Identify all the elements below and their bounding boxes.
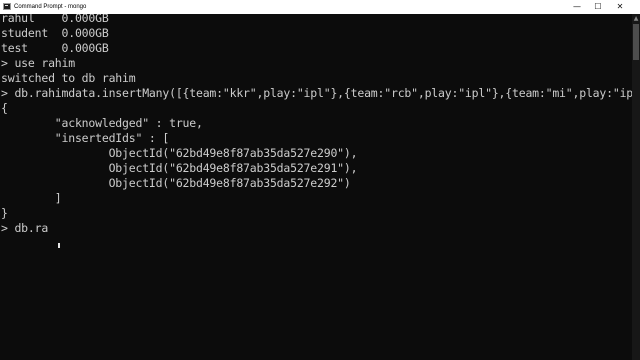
vertical-scrollbar[interactable]: ▲ bbox=[632, 14, 640, 360]
terminal-line: { bbox=[1, 101, 8, 115]
maximize-button[interactable]: ☐ bbox=[589, 0, 607, 14]
terminal-prompt-line[interactable]: > db.ra bbox=[1, 221, 48, 236]
terminal-line: rahul 0.000GB bbox=[1, 14, 109, 25]
command-prompt-window: Command Prompt - mongo — ☐ ✕ rahul 0.000… bbox=[0, 0, 640, 360]
scroll-up-arrow-icon[interactable]: ▲ bbox=[632, 15, 640, 23]
command-prompt-icon bbox=[3, 3, 11, 10]
terminal-line: ObjectId("62bd49e8f87ab35da527e291"), bbox=[1, 161, 358, 175]
terminal-line: ] bbox=[1, 191, 62, 205]
scrollbar-thumb[interactable] bbox=[633, 24, 639, 60]
terminal-output[interactable]: rahul 0.000GB student 0.000GB test 0.000… bbox=[0, 14, 632, 360]
terminal-line: "insertedIds" : [ bbox=[1, 131, 170, 145]
terminal-line: switched to db rahim bbox=[1, 71, 136, 85]
terminal-line: ObjectId("62bd49e8f87ab35da527e292") bbox=[1, 176, 351, 190]
terminal-line: > db.rahimdata.insertMany([{team:"kkr",p… bbox=[1, 86, 632, 100]
terminal-line: "acknowledged" : true, bbox=[1, 116, 203, 130]
close-button[interactable]: ✕ bbox=[611, 0, 629, 14]
mouse-cursor bbox=[58, 243, 60, 248]
terminal-line: test 0.000GB bbox=[1, 41, 109, 55]
minimize-button[interactable]: — bbox=[568, 0, 586, 14]
terminal-line: student 0.000GB bbox=[1, 26, 109, 40]
terminal-line: ObjectId("62bd49e8f87ab35da527e290"), bbox=[1, 146, 358, 160]
terminal-line: } bbox=[1, 206, 8, 220]
title-bar[interactable]: Command Prompt - mongo — ☐ ✕ bbox=[0, 0, 640, 14]
terminal-line: > use rahim bbox=[1, 56, 75, 70]
window-title: Command Prompt - mongo bbox=[14, 4, 87, 10]
